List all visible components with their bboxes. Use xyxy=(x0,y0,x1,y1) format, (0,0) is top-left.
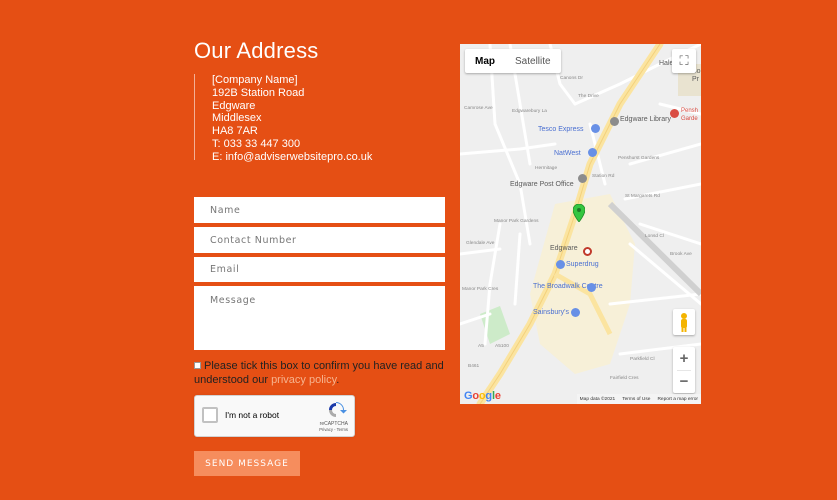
map-type-tabs: Map Satellite xyxy=(465,49,561,73)
street-label: Manor Park Cres xyxy=(462,287,499,292)
pr-label: Pr xyxy=(692,76,699,83)
tesco-poi-icon[interactable] xyxy=(591,124,600,133)
consent-end: . xyxy=(336,373,340,386)
address-phone: T: 033 33 447 300 xyxy=(212,137,301,150)
recaptcha-terms[interactable]: Privacy - Terms xyxy=(319,427,348,432)
street-label: Manor Park Gardens xyxy=(494,219,539,224)
recaptcha-widget: I'm not a robot reCAPTCHA Privacy - Term… xyxy=(194,395,355,437)
tab-satellite[interactable]: Satellite xyxy=(505,49,561,73)
address-company: [Company Name] xyxy=(212,74,298,86)
address-block: [Company Name] 192B Station Road Edgware… xyxy=(194,74,372,163)
street-label: Brook Ave xyxy=(670,252,692,257)
message-textarea[interactable]: Message xyxy=(194,286,445,350)
message-placeholder: Message xyxy=(210,295,256,306)
recaptcha-label: I'm not a robot xyxy=(225,410,280,420)
street-label: Station Rd xyxy=(592,174,615,179)
street-label: Fairfield Cres xyxy=(610,376,639,381)
edgware-label: Edgware xyxy=(550,245,578,252)
report-map-error-link[interactable]: Report a map error xyxy=(657,397,698,402)
address-town: Edgware xyxy=(212,99,256,112)
zoom-divider xyxy=(677,370,691,371)
google-map[interactable]: Tesco Express Edgware Library NatWest Ed… xyxy=(460,44,701,404)
recaptcha-logo-icon xyxy=(329,402,347,417)
map-attribution: Map data ©2021 Terms of Use Report a map… xyxy=(576,394,701,404)
street-label: Edgwarebury La xyxy=(512,109,547,114)
post-office-label: Edgware Post Office xyxy=(510,181,574,188)
street-label: Canons Dr xyxy=(560,76,583,81)
tesco-label: Tesco Express xyxy=(538,126,584,133)
underground-station-icon[interactable] xyxy=(583,247,592,256)
garde-label: Garde xyxy=(681,116,698,122)
pensh-label: Pensh xyxy=(681,108,699,114)
address-street: 192B Station Road xyxy=(212,86,305,99)
address-email: E: info@adviserwebsitepro.co.uk xyxy=(212,150,373,163)
consent-checkbox[interactable] xyxy=(194,362,201,369)
street-label: Parkfield Cl xyxy=(630,357,655,362)
sainsburys-poi-icon[interactable] xyxy=(571,308,580,317)
zoom-out-button[interactable]: − xyxy=(673,370,695,393)
consent-row: Please tick this box to confirm you have… xyxy=(194,360,444,387)
sainsburys-label: Sainsbury's xyxy=(533,309,569,316)
street-label: B461 xyxy=(468,364,480,369)
broadwalk-poi-icon[interactable] xyxy=(587,283,596,292)
location-marker-icon[interactable] xyxy=(573,204,585,222)
name-input[interactable]: Name xyxy=(194,197,445,223)
street-label: Lonsd Cl xyxy=(645,234,664,239)
zoom-control: + − xyxy=(673,347,695,393)
email-input[interactable]: Email xyxy=(194,257,445,282)
street-label: Glendale Ave xyxy=(466,241,495,246)
street-label: A5100 xyxy=(495,344,509,349)
superdrug-label: Superdrug xyxy=(566,261,599,268)
street-label: Hermitage xyxy=(535,166,558,171)
name-placeholder: Name xyxy=(210,204,241,216)
contact-placeholder: Contact Number xyxy=(210,234,297,246)
fullscreen-button[interactable]: ⛶ xyxy=(672,49,696,73)
privacy-policy-link[interactable]: privacy policy xyxy=(271,374,336,386)
superdrug-poi-icon[interactable] xyxy=(556,260,565,269)
zoom-in-button[interactable]: + xyxy=(673,347,695,370)
library-poi-icon[interactable] xyxy=(610,117,619,126)
street-label: A5 xyxy=(478,344,484,349)
page-title: Our Address xyxy=(194,38,319,63)
natwest-poi-icon[interactable] xyxy=(588,148,597,157)
library-label: Edgware Library xyxy=(620,116,671,123)
street-label: The Drive xyxy=(578,94,599,99)
terms-of-use-link[interactable]: Terms of Use xyxy=(622,397,650,402)
address-county: Middlesex xyxy=(212,112,262,125)
street-label: Penshurst Gardens xyxy=(618,156,660,161)
fullscreen-icon: ⛶ xyxy=(679,53,689,68)
contact-number-input[interactable]: Contact Number xyxy=(194,227,445,253)
recaptcha-checkbox[interactable] xyxy=(202,407,218,423)
tab-map[interactable]: Map xyxy=(465,49,505,73)
natwest-label: NatWest xyxy=(554,150,581,157)
email-placeholder: Email xyxy=(210,264,240,275)
pensh-poi-icon[interactable] xyxy=(670,109,679,118)
street-label: Camrose Ave xyxy=(464,106,493,111)
post-office-poi-icon[interactable] xyxy=(578,174,587,183)
street-view-button[interactable] xyxy=(673,309,695,335)
google-logo: Google xyxy=(464,390,501,402)
address-postcode: HA8 7AR xyxy=(212,125,258,138)
map-data-text: Map data ©2021 xyxy=(579,396,616,402)
street-label: St Margarets Rd xyxy=(625,194,660,199)
send-message-button[interactable]: SEND MESSAGE xyxy=(194,451,300,476)
pegman-icon xyxy=(681,313,687,332)
